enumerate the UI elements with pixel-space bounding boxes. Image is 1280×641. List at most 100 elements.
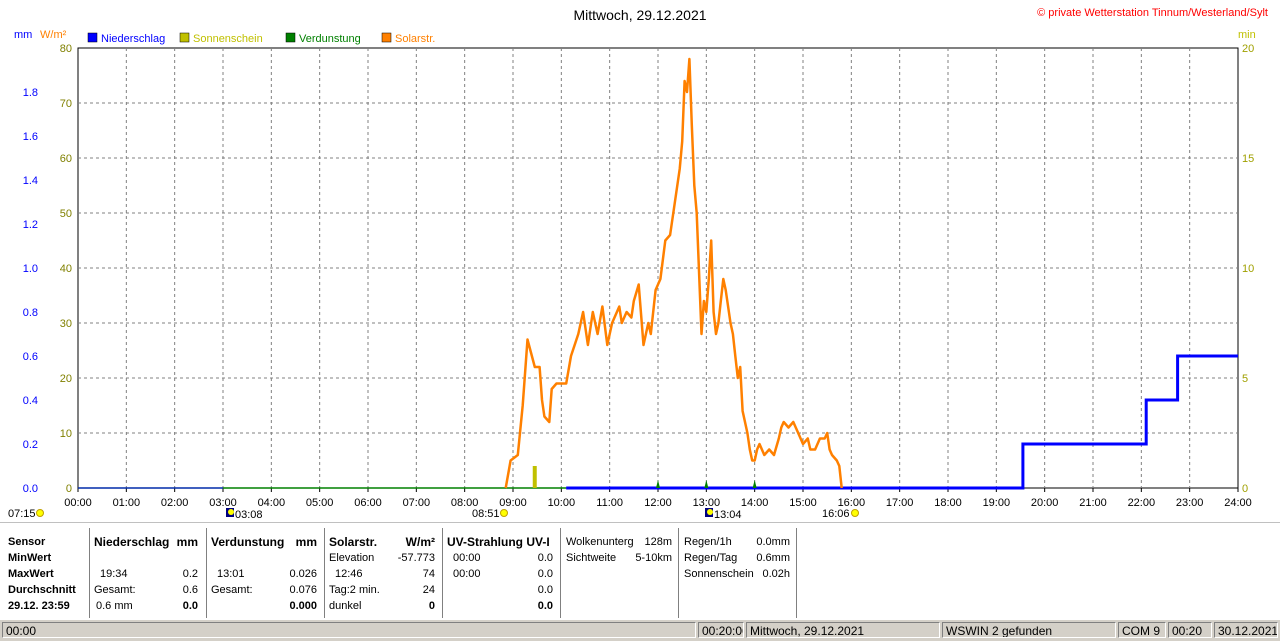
legend-swatch [87, 32, 98, 43]
evaporation-mark [656, 480, 660, 488]
wm2-tick-label: 20 [60, 373, 72, 385]
legend-swatch [381, 32, 392, 43]
unit-wm2-label: W/m² [40, 29, 67, 41]
sensor-minwert: MinWert [8, 552, 52, 564]
clouds-panel: Wolkenunterg 128m Sichtweite 5-10km [566, 528, 676, 618]
time-marker-label: 13:04 [714, 509, 742, 521]
niederschlag-unit: mm [176, 535, 198, 549]
mm-tick-label: 0.6 [23, 351, 38, 363]
solar-unit: W/m² [405, 535, 435, 549]
x-tick-label: 06:00 [354, 497, 382, 509]
niederschlag-avg-value: 0.0 [182, 600, 198, 612]
solar-max-time: 12:46 [335, 568, 363, 580]
rain-day-value: 0.6mm [756, 552, 790, 564]
solar-tag-value: 24 [422, 584, 435, 596]
wm2-tick-label: 10 [60, 428, 72, 440]
solar-dark-label: dunkel [329, 600, 362, 612]
niederschlag-total-value: 0.6 [182, 584, 198, 596]
niederschlag-max-time: 19:34 [100, 568, 128, 580]
wm2-tick-label: 50 [60, 208, 72, 220]
sensor-header: Sensor [8, 536, 46, 548]
x-tick-label: 24:00 [1224, 497, 1252, 509]
legend-label: Verdunstung [299, 33, 361, 45]
solar-panel: Solarstr. W/m² Elevation -57.773 12:46 7… [329, 528, 441, 618]
evaporation-mark [752, 480, 757, 488]
legend-label: Sonnenschein [193, 33, 263, 45]
solar-dark-value: 0 [428, 600, 435, 612]
verdunstung-panel: Verdunstung mm 13:01 0.026 Gesamt: 0.076… [211, 528, 323, 618]
precipitation-line [566, 354, 1238, 490]
x-tick-label: 23:00 [1176, 497, 1204, 509]
x-tick-label: 02:00 [161, 497, 189, 509]
sun-icon [36, 509, 44, 517]
uv-max-time: 00:00 [453, 568, 481, 580]
status-date2: 30.12.2021 [1214, 622, 1278, 638]
solar-radiation-line [504, 57, 843, 489]
wm2-tick-label: 30 [60, 318, 72, 330]
separator [442, 528, 443, 618]
unit-mm-label: mm [14, 29, 32, 41]
mm-tick-label: 1.8 [23, 87, 38, 99]
x-tick-label: 00:00 [64, 497, 92, 509]
verdunstung-avg-value: 0.000 [289, 600, 317, 612]
x-tick-label: 03:00 [209, 497, 237, 509]
uv-mid-value: 0.0 [537, 584, 553, 596]
moon-icon [707, 509, 713, 515]
min-tick-label: 20 [1242, 43, 1254, 55]
x-tick-label: 09:00 [499, 497, 527, 509]
mm-tick-label: 0.0 [23, 483, 38, 495]
solar-max-value: 74 [422, 568, 435, 580]
verdunstung-max-value: 0.026 [289, 568, 317, 580]
separator [324, 528, 325, 618]
niederschlag-header: Niederschlag [94, 535, 170, 549]
verdunstung-total-value: 0.076 [289, 584, 317, 596]
time-marker-label: 08:51 [472, 508, 500, 520]
min-tick-label: 5 [1242, 373, 1248, 385]
time-marker-label: 07:15 [8, 508, 36, 520]
time-marker-label: 03:08 [235, 509, 263, 521]
legend-swatch [179, 32, 190, 43]
uv-min-value: 0.0 [537, 552, 553, 564]
x-tick-label: 10:00 [548, 497, 576, 509]
uv-min-time: 00:00 [453, 552, 481, 564]
uv-header: UV-Strahlung UV-I [447, 535, 550, 549]
x-tick-label: 21:00 [1079, 497, 1107, 509]
verdunstung-max-time: 13:01 [217, 568, 245, 580]
sensor-panel: Sensor MinWert MaxWert Durchschnitt 29.1… [8, 528, 88, 618]
uv-avg-value: 0.0 [537, 600, 553, 612]
chart-series [78, 57, 1238, 490]
rain-1h-label: Regen/1h [684, 536, 732, 548]
visibility-label: Sichtweite [566, 552, 617, 564]
sunshine-label: Sonnenschein [684, 568, 754, 580]
wm2-tick-label: 70 [60, 98, 72, 110]
mm-tick-label: 0.2 [23, 439, 38, 451]
unit-min-label: min [1238, 29, 1256, 41]
niederschlag-avg-label: 0.6 mm [96, 600, 133, 612]
min-tick-label: 10 [1242, 263, 1254, 275]
sun-icon [500, 509, 508, 517]
x-tick-label: 11:00 [596, 497, 623, 509]
evaporation-mark [704, 480, 709, 488]
status-wswin: WSWIN 2 gefunden [942, 622, 1116, 638]
x-tick-label: 07:00 [403, 497, 431, 509]
legend-label: Niederschlag [101, 33, 165, 45]
niederschlag-total-label: Gesamt: [94, 584, 136, 596]
chart-axes: 00:00 01:00 02:00 03:00 04:00 05:00 06:00 07:00… [23, 43, 1255, 509]
mm-tick-label: 0.4 [23, 395, 38, 407]
sun-icon [851, 509, 859, 517]
cloud-base-value: 128m [644, 536, 672, 548]
wm2-tick-label: 60 [60, 153, 72, 165]
solar-header: Solarstr. [329, 535, 378, 549]
mm-tick-label: 1.4 [23, 175, 38, 187]
wm2-tick-label: 0 [66, 483, 72, 495]
uv-max-value: 0.0 [537, 568, 553, 580]
sensor-timestamp: 29.12. 23:59 [8, 600, 70, 612]
status-time2: 00:20 [1168, 622, 1212, 638]
status-date: Mittwoch, 29.12.2021 [746, 622, 940, 638]
cloud-base-label: Wolkenunterg [566, 536, 634, 548]
mm-tick-label: 1.6 [23, 131, 38, 143]
x-tick-label: 22:00 [1128, 497, 1156, 509]
separator [89, 528, 90, 618]
wm2-tick-label: 40 [60, 263, 72, 275]
visibility-value: 5-10km [635, 552, 672, 564]
